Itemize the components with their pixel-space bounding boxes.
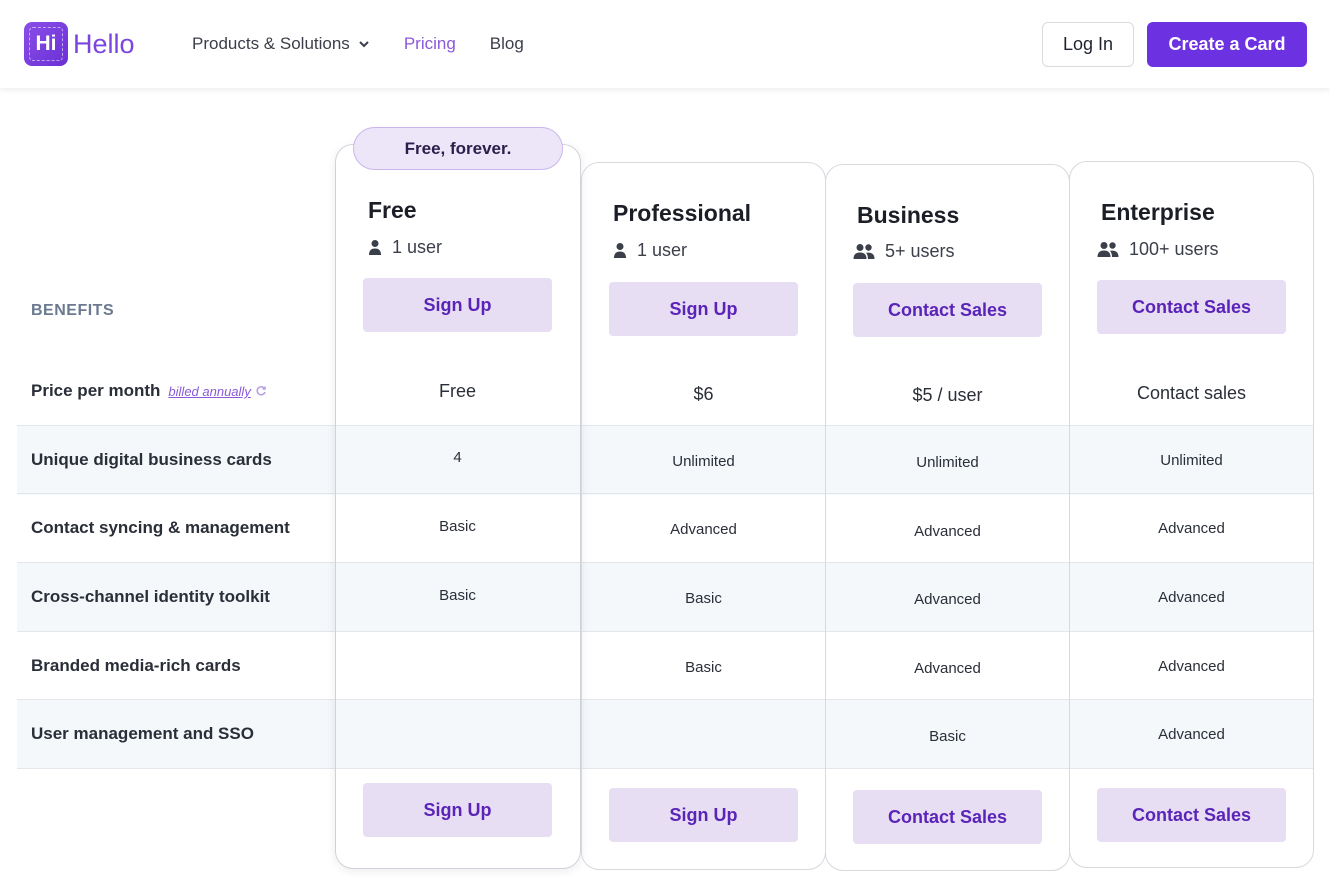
cell-free-cards: 4	[453, 449, 462, 466]
nav-pricing[interactable]: Pricing	[404, 34, 456, 54]
row-label-branded-cards: Branded media-rich cards	[31, 656, 241, 675]
plan-name-free: Free	[368, 197, 417, 223]
main-nav: Products & Solutions Pricing Blog	[192, 34, 558, 54]
enterprise-contact-sales-button-bottom[interactable]: Contact Sales	[1097, 788, 1286, 842]
plan-users-business: 5+ users	[853, 241, 955, 262]
cell-enterprise-branded: Advanced	[1158, 658, 1225, 675]
hihello-logo[interactable]: Hi Hello	[24, 22, 135, 66]
row-label-price: Price per month billed annually	[31, 381, 267, 401]
refresh-icon[interactable]	[255, 385, 267, 397]
plan-column-enterprise	[1069, 161, 1314, 868]
cell-business-identity: Advanced	[914, 591, 981, 608]
nav-products-label: Products & Solutions	[192, 34, 350, 53]
cell-professional-contact: Advanced	[670, 521, 737, 538]
free-forever-badge: Free, forever.	[353, 127, 563, 170]
users-text: 100+ users	[1129, 239, 1219, 259]
enterprise-contact-sales-button-top[interactable]: Contact Sales	[1097, 280, 1286, 334]
plan-users-professional: 1 user	[613, 240, 687, 261]
professional-signup-button-bottom[interactable]: Sign Up	[609, 788, 798, 842]
free-signup-button-bottom[interactable]: Sign Up	[363, 783, 552, 837]
benefits-heading: BENEFITS	[31, 302, 115, 319]
business-contact-sales-button-bottom[interactable]: Contact Sales	[853, 790, 1042, 844]
chevron-down-icon	[359, 41, 369, 48]
plan-column-professional	[581, 162, 826, 870]
cell-free-identity: Basic	[439, 587, 476, 604]
logo-mark: Hi	[24, 22, 68, 66]
cell-enterprise-cards: Unlimited	[1160, 452, 1223, 469]
plan-column-business	[825, 164, 1070, 871]
top-nav-bar: Hi Hello Products & Solutions Pricing Bl…	[0, 0, 1330, 88]
cell-professional-identity: Basic	[685, 590, 722, 607]
nav-products-solutions[interactable]: Products & Solutions	[192, 34, 370, 54]
cell-business-cards: Unlimited	[916, 454, 979, 471]
user-icon	[614, 243, 626, 258]
users-group-icon	[853, 244, 875, 259]
cell-business-branded: Advanced	[914, 660, 981, 677]
business-contact-sales-button-top[interactable]: Contact Sales	[853, 283, 1042, 337]
free-signup-button-top[interactable]: Sign Up	[363, 278, 552, 332]
plan-users-enterprise: 100+ users	[1097, 239, 1219, 260]
cell-business-price: $5 / user	[912, 385, 983, 405]
row-label-contact-syncing: Contact syncing & management	[31, 518, 290, 537]
row-label-text: Price per month	[31, 381, 161, 400]
logo-text: Hello	[73, 28, 135, 59]
billed-annually-toggle[interactable]: billed annually	[168, 384, 250, 399]
users-group-icon	[1097, 242, 1119, 257]
users-text: 1 user	[392, 237, 443, 257]
cell-enterprise-price: Contact sales	[1136, 383, 1247, 403]
professional-signup-button-top[interactable]: Sign Up	[609, 282, 798, 336]
cell-enterprise-sso: Advanced	[1158, 726, 1225, 743]
login-button[interactable]: Log In	[1042, 22, 1134, 67]
cell-enterprise-contact: Advanced	[1158, 520, 1225, 537]
row-label-identity-toolkit: Cross-channel identity toolkit	[31, 587, 270, 606]
plan-name-professional: Professional	[613, 200, 752, 226]
nav-blog[interactable]: Blog	[490, 34, 524, 54]
plan-users-free: 1 user	[368, 237, 442, 258]
cell-professional-cards: Unlimited	[672, 453, 735, 470]
create-card-button[interactable]: Create a Card	[1147, 22, 1307, 67]
users-text: 1 user	[637, 240, 688, 260]
plan-name-enterprise: Enterprise	[1101, 199, 1215, 225]
cell-free-price: Free	[438, 381, 476, 401]
cell-business-sso: Basic	[929, 728, 966, 745]
cell-professional-branded: Basic	[685, 659, 722, 676]
cell-free-contact: Basic	[439, 518, 476, 535]
cell-professional-price: $6	[693, 384, 714, 404]
cell-enterprise-identity: Advanced	[1158, 589, 1225, 606]
user-icon	[369, 240, 381, 255]
row-label-cards: Unique digital business cards	[31, 450, 272, 469]
plan-name-business: Business	[857, 202, 960, 228]
cell-business-contact: Advanced	[914, 523, 981, 540]
row-label-user-management: User management and SSO	[31, 724, 254, 743]
users-text: 5+ users	[885, 241, 955, 261]
